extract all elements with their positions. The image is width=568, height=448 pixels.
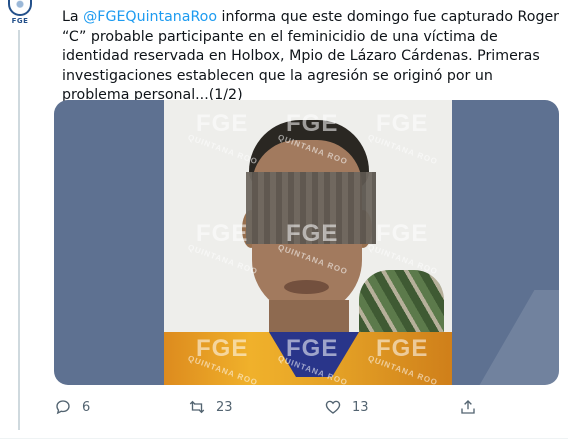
share-button[interactable] <box>459 398 477 416</box>
like-button[interactable]: 13 <box>324 398 369 416</box>
mention-link[interactable]: @FGEQuintanaRoo <box>83 9 217 25</box>
seal-icon <box>8 0 32 16</box>
watermark-text: FGE <box>196 110 249 137</box>
retweet-icon <box>189 400 205 414</box>
reply-icon <box>56 400 70 415</box>
watermark-text: FGE <box>376 220 429 247</box>
tweet-divider <box>0 438 568 439</box>
thread-line <box>18 30 20 430</box>
tweet-actions: 6 23 13 <box>54 398 494 420</box>
like-count: 13 <box>352 399 369 415</box>
tweet-text: La @FGEQuintanaRoo informa que este domi… <box>62 8 562 106</box>
share-icon <box>461 400 475 414</box>
retweet-button[interactable]: 23 <box>188 398 233 416</box>
watermark-text: FGE <box>286 220 339 247</box>
tweet-text-prefix: La <box>62 9 84 25</box>
previous-header-cutoff <box>62 0 292 4</box>
reply-count: 6 <box>82 399 91 415</box>
tweet-photo[interactable]: FGE FGE FGE QUINTANA ROO QUINTANA ROO QU… <box>54 100 559 385</box>
retweet-count: 23 <box>216 399 233 415</box>
watermark-text: FGE <box>286 110 339 137</box>
heart-icon <box>325 400 341 414</box>
reply-button[interactable]: 6 <box>54 398 90 416</box>
avatar[interactable]: FGE <box>3 0 37 26</box>
watermark-stripe <box>453 290 559 385</box>
next-tweet-header-cutoff <box>62 440 562 448</box>
watermark-text: FGE <box>376 110 429 137</box>
watermark-text: FGE <box>196 220 249 247</box>
avatar-abbr: FGE <box>11 17 29 25</box>
photo-mouth <box>284 280 329 294</box>
